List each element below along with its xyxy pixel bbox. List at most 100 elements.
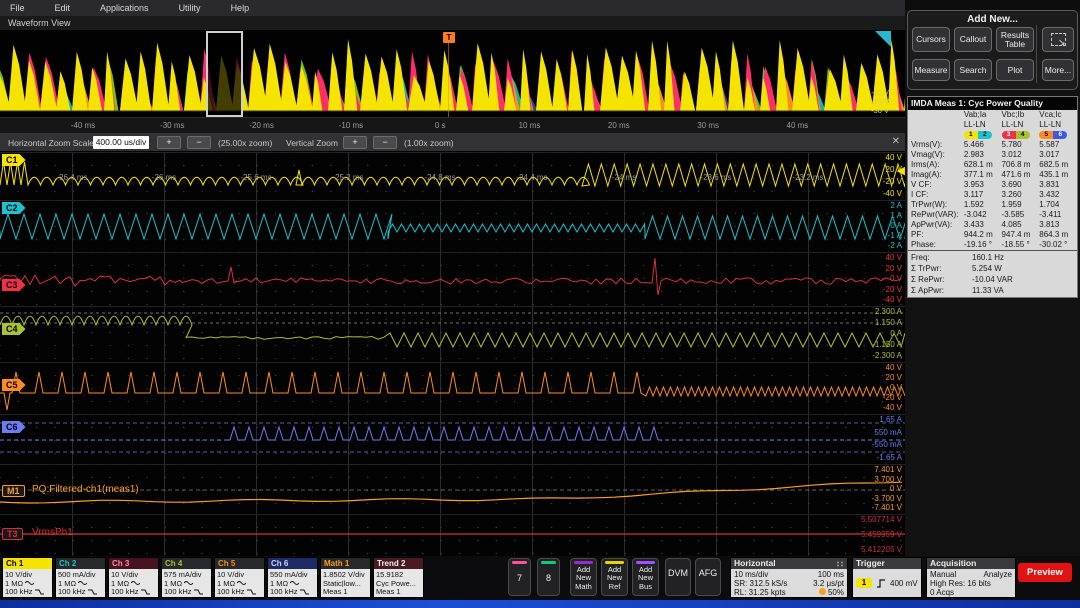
measurement-title: IMDA Meas 1: Cyc Power Quality [908, 97, 1077, 110]
ch7-slot-button[interactable]: 7 [508, 558, 531, 596]
scale-label: 0 A [890, 222, 902, 230]
scale-label: 1.65 A [879, 416, 902, 424]
summary-label: Freq: [908, 252, 972, 263]
column-header: Vca;Ic [1039, 110, 1077, 120]
measurement-value: 3.953 [964, 180, 1002, 190]
add-new-bus-button[interactable]: Add New Bus [632, 558, 659, 596]
wiring-label: LL-LN [1039, 120, 1077, 130]
source-badge-pair-56: 56 [1039, 131, 1067, 139]
measurement-row: Imag(A):377.1 m471.6 m435.1 m [908, 170, 1077, 180]
zoomed-waveform-area[interactable]: C1 -26.4 ms-26 ms-25.6 ms-25.2 ms-24.8 m… [0, 152, 905, 556]
scale-label: 3.700 V [874, 476, 902, 484]
add-results-table-button[interactable]: Results Table [996, 27, 1034, 52]
trigger-position-flag[interactable]: T [443, 32, 455, 43]
more-button[interactable]: More... [1042, 59, 1074, 81]
afg-button[interactable]: AFG [695, 558, 721, 596]
overview-time-label: -20 ms [249, 121, 273, 130]
math1-badge[interactable]: Math 1 1.8502 V/div Static|low... Meas 1 [320, 557, 371, 598]
trigger-level-value: 400 mV [890, 579, 918, 588]
menu-item[interactable]: Utility [179, 3, 201, 13]
measurement-summary: Freq:160.1 HzΣ TrPwr:5.254 WΣ RePwr:-10.… [908, 250, 1077, 297]
ch1-badge[interactable]: Ch 1 10 V/div 1 MΩ 100 kHz [2, 557, 53, 598]
c2-scale-labels: 2 A1 A0 A-1 A-2 A [888, 201, 902, 251]
add-search-button[interactable]: Search [954, 59, 992, 81]
hzoom-minus-button[interactable]: − [187, 136, 211, 149]
wiring-label: LL-LN [964, 120, 1002, 130]
scale-label: -20 V [883, 394, 902, 402]
measurement-value: 4.085 [1002, 220, 1040, 230]
tab-waveform-view[interactable]: Waveform View [0, 18, 71, 28]
bandwidth-icon [141, 589, 150, 595]
channel-row-c6: C6 1.65 A550 mA-550 mA-1.65 A [0, 414, 905, 464]
channel-row-c4: C4 2.300 A1.150 A0 A-1.150 A-2.300 A [0, 306, 905, 362]
overview-corner-handle-icon[interactable] [875, 31, 891, 47]
measurement-row: RePwr(VAR):-3.042-3.585-3.411 [908, 210, 1077, 220]
horizontal-panel[interactable]: Horizontal 10 ms/div100 ms SR: 312.5 kS/… [730, 557, 848, 598]
trigger-level-arrow-icon[interactable]: ◀ [897, 166, 905, 177]
main-time-label: -26 ms [152, 173, 176, 182]
add-cursors-button[interactable]: Cursors [912, 27, 950, 52]
channel-badge-t3[interactable]: T3 [2, 528, 23, 540]
ch2-badge[interactable]: Ch 2 500 mA/div 1 MΩ 100 kHz [55, 557, 106, 598]
scale-label: 5.459959 V [861, 531, 902, 539]
menu-item[interactable]: Applications [100, 3, 149, 13]
menu-item[interactable]: File [10, 3, 25, 13]
ch8-slot-button[interactable]: 8 [537, 558, 560, 596]
ch3-badge[interactable]: Ch 3 10 V/div 1 MΩ 100 kHz [108, 557, 159, 598]
trigger-panel[interactable]: Trigger 1 400 mV [852, 557, 922, 598]
scale-label: -1 A [888, 232, 902, 240]
hzoom-plus-button[interactable]: + [157, 136, 181, 149]
vzoom-plus-button[interactable]: + [343, 136, 367, 149]
preview-button[interactable]: Preview [1018, 563, 1072, 582]
c6-trace [0, 415, 905, 465]
scale-label: -1.150 A [872, 341, 902, 349]
ch4-badge[interactable]: Ch 4 575 mA/div 1 MΩ 100 kHz [161, 557, 212, 598]
measurement-label: Imag(A): [908, 170, 964, 180]
measurement-value: 1.592 [964, 200, 1002, 210]
measurement-value: 944.2 m [964, 230, 1002, 240]
ac-coupling-icon [237, 580, 246, 586]
ch5-badge[interactable]: Ch 5 10 V/div 1 MΩ 100 kHz [214, 557, 265, 598]
horizontal-zoom-scale-input[interactable]: 400.00 us/div [93, 136, 149, 149]
zoom-region-box[interactable] [206, 31, 243, 117]
zoom-select-button[interactable] [1042, 27, 1074, 52]
view-tab-bar: Waveform View [0, 16, 905, 31]
footer-bar: Ch 1 10 V/div 1 MΩ 100 kHz Ch 2 500 mA/d… [0, 556, 1080, 600]
ch6-badge[interactable]: Ch 6 550 mA/div 1 MΩ 100 kHz [267, 557, 318, 598]
vzoom-minus-button[interactable]: − [373, 136, 397, 149]
add-plot-button[interactable]: Plot [996, 59, 1034, 81]
channel-badge-m1[interactable]: M1 [2, 485, 25, 497]
waveform-overview[interactable]: T -10 V-20 V-30 V [0, 31, 905, 117]
measurement-value: 3.117 [964, 190, 1002, 200]
measurement-row: I CF:3.1173.2603.432 [908, 190, 1077, 200]
dvm-button[interactable]: DVM [665, 558, 691, 596]
measurement-value: 3.690 [1002, 180, 1040, 190]
ac-coupling-icon [184, 580, 193, 586]
overview-scale-labels: -10 V-20 V-30 V [871, 89, 889, 115]
measurement-value: 864.3 m [1039, 230, 1077, 240]
measurement-columns-row: Vab;Ia Vbc;Ib Vca;Ic [908, 110, 1077, 120]
measurement-results-panel[interactable]: IMDA Meas 1: Cyc Power Quality Vab;Ia Vb… [907, 96, 1078, 298]
measurement-value: 682.5 m [1039, 160, 1077, 170]
add-new-math-button[interactable]: Add New Math [570, 558, 597, 596]
trend2-badge[interactable]: Trend 2 15.9182 Cyc Powe... Meas 1 [373, 557, 424, 598]
menu-item[interactable]: Help [231, 3, 250, 13]
close-zoom-icon[interactable]: ✕ [892, 136, 900, 147]
overview-time-label: -10 ms [339, 121, 363, 130]
menu-item[interactable]: Edit [55, 3, 71, 13]
scale-label: 2.300 A [875, 308, 902, 316]
summary-row: Σ TrPwr:5.254 W [908, 263, 1077, 274]
t3-trace-label: VrmsPh1 [32, 527, 73, 538]
channel-row-m1: M1 PQ:Filtered-ch1(meas1) 7.401 V3.700 V… [0, 464, 905, 514]
add-new-ref-button[interactable]: Add New Ref [601, 558, 628, 596]
measurement-value: -18.55 ° [1002, 240, 1040, 250]
add-callout-button[interactable]: Callout [954, 27, 992, 52]
scale-label: -40 V [883, 190, 902, 198]
acquisition-panel[interactable]: Acquisition ManualAnalyze High Res: 16 b… [926, 557, 1016, 598]
bandwidth-icon [35, 589, 44, 595]
measurement-label: Vmag(V): [908, 150, 964, 160]
scale-label: 40 V [886, 154, 902, 162]
bandwidth-icon [247, 589, 256, 595]
add-new-separator [1036, 25, 1037, 83]
add-measure-button[interactable]: Measure [912, 59, 950, 81]
